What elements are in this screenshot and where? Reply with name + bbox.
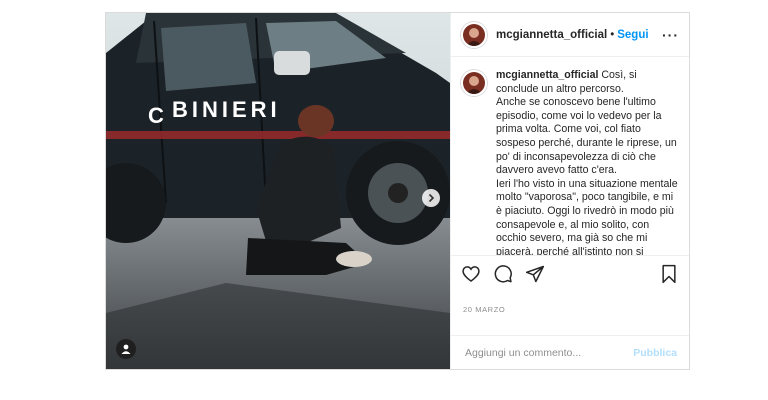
post-header: mcgiannetta_official • Segui ··· — [451, 13, 689, 57]
caption-text: mcgiannetta_official Così, si conclude u… — [496, 69, 679, 255]
more-horizontal-icon[interactable]: ··· — [662, 27, 679, 43]
action-bar — [451, 255, 689, 291]
bookmark-icon — [662, 264, 676, 283]
heart-icon — [462, 265, 480, 282]
avatar[interactable] — [461, 21, 487, 48]
photo-illustration: C BINIERI — [106, 13, 450, 369]
comment-button[interactable] — [492, 263, 514, 285]
instagram-post: C BINIERI mcgiannetta_official • Segui ·… — [105, 12, 690, 370]
separator-dot: • — [610, 28, 615, 41]
caption-body: Così, si conclude un altro percorso. Anc… — [496, 69, 678, 255]
user-icon — [121, 344, 131, 354]
username-link[interactable]: mcgiannetta_official — [496, 29, 607, 41]
caption-username[interactable]: mcgiannetta_official — [496, 69, 598, 81]
share-button[interactable] — [524, 263, 546, 285]
post-sidebar: mcgiannetta_official • Segui ··· mcgiann… — [450, 13, 689, 369]
like-button[interactable] — [460, 263, 482, 285]
comment-input[interactable] — [463, 345, 634, 360]
paper-plane-icon — [525, 265, 545, 282]
vehicle-lettering: C — [148, 103, 166, 128]
svg-text:BINIERI: BINIERI — [172, 97, 281, 122]
follow-button[interactable]: Segui — [617, 29, 648, 41]
next-photo-button[interactable] — [422, 189, 440, 207]
profile-photo-icon — [463, 72, 485, 94]
caption-avatar[interactable] — [461, 70, 487, 96]
save-button[interactable] — [658, 263, 680, 285]
post-photo[interactable]: C BINIERI — [106, 13, 450, 369]
chevron-right-icon — [428, 193, 435, 203]
comment-form: Pubblica — [451, 335, 689, 369]
profile-photo-icon — [463, 23, 485, 46]
tagged-users-button[interactable] — [116, 339, 136, 359]
publish-button[interactable]: Pubblica — [633, 347, 677, 359]
post-date[interactable]: 20 MARZO — [451, 291, 689, 335]
caption: mcgiannetta_official Così, si conclude u… — [451, 57, 689, 255]
comment-icon — [494, 264, 512, 283]
